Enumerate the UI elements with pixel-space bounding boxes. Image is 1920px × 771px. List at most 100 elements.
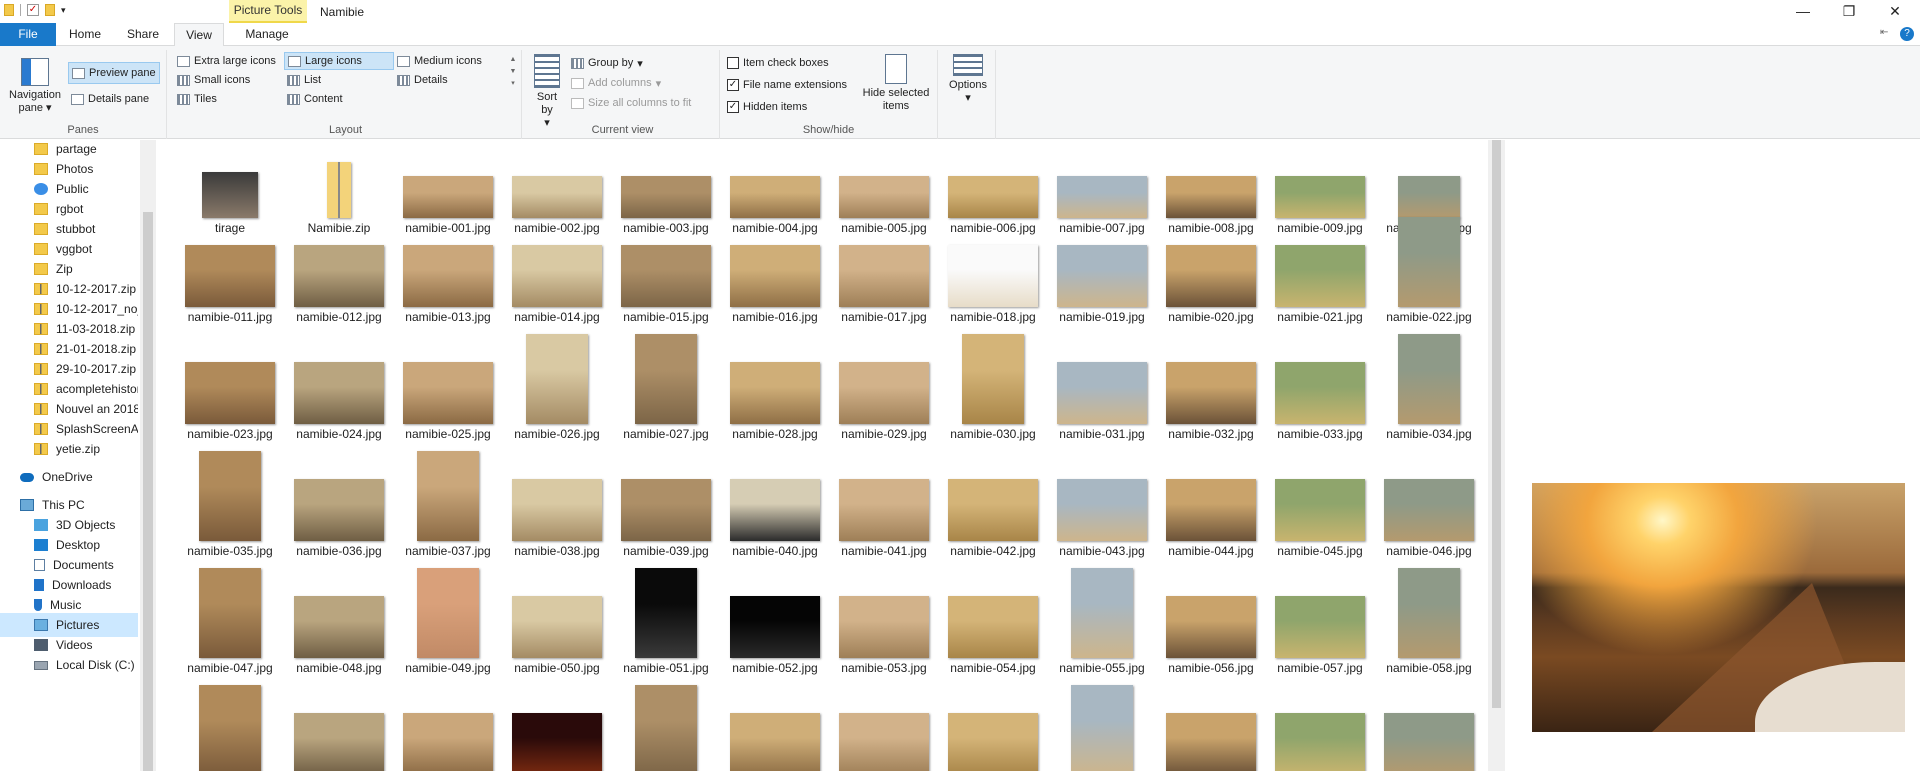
file-item[interactable]: namibie-019.jpg [1052,211,1152,328]
layout-list[interactable]: List [284,71,324,89]
customize-qat-icon[interactable]: ▾ [61,5,66,16]
details-pane-button[interactable]: Details pane [68,90,152,108]
file-item[interactable]: namibie-040.jpg [725,445,825,562]
help-icon[interactable]: ? [1900,27,1914,41]
file-item[interactable] [507,679,607,771]
folder-icon[interactable] [4,4,14,16]
file-item[interactable]: namibie-017.jpg [834,211,934,328]
tab-file[interactable]: File [0,23,56,46]
file-item[interactable]: namibie-054.jpg [943,562,1043,679]
file-item[interactable]: namibie-022.jpg [1379,211,1479,328]
file-item[interactable]: namibie-039.jpg [616,445,716,562]
properties-icon[interactable]: ✓ [27,4,39,16]
file-item[interactable] [834,679,934,771]
layout-details[interactable]: Details [394,71,451,89]
size-all-columns-button[interactable]: Size all columns to fit [568,94,694,112]
ribbon-collapse-icon[interactable]: ⇤ [1880,27,1888,38]
file-item[interactable]: namibie-026.jpg [507,328,607,445]
file-item[interactable]: namibie-015.jpg [616,211,716,328]
file-item[interactable]: namibie-018.jpg [943,211,1043,328]
file-item[interactable] [1270,679,1370,771]
hidden-items-toggle[interactable]: ✓ Hidden items [724,98,810,116]
file-item[interactable]: namibie-056.jpg [1161,562,1261,679]
layout-extra-large-icons[interactable]: Extra large icons [174,52,279,70]
file-item[interactable]: namibie-032.jpg [1161,328,1261,445]
sort-by-button[interactable]: Sort by ▾ [530,54,564,130]
new-folder-icon[interactable] [45,4,55,16]
file-item[interactable]: namibie-029.jpg [834,328,934,445]
close-button[interactable]: ✕ [1872,0,1918,23]
file-item[interactable] [398,679,498,771]
file-item[interactable]: namibie-012.jpg [289,211,389,328]
file-item[interactable] [180,679,280,771]
file-item[interactable]: namibie-042.jpg [943,445,1043,562]
minimize-button[interactable]: — [1780,0,1826,23]
layout-tiles[interactable]: Tiles [174,90,220,108]
file-list-scroll-thumb[interactable] [1492,140,1501,708]
layout-medium-icons[interactable]: Medium icons [394,52,485,70]
file-item[interactable]: namibie-038.jpg [507,445,607,562]
options-button[interactable]: Options ▾ [944,54,992,105]
file-item[interactable]: namibie-014.jpg [507,211,607,328]
layout-large-icons[interactable]: Large icons [284,52,394,70]
hide-selected-items-button[interactable]: Hide selected items [858,54,934,113]
file-item[interactable]: namibie-020.jpg [1161,211,1261,328]
file-item[interactable] [1052,679,1152,771]
tab-share[interactable]: Share [118,23,168,46]
file-item[interactable] [1161,679,1261,771]
tab-view[interactable]: View [174,23,224,47]
file-item[interactable]: namibie-013.jpg [398,211,498,328]
file-item[interactable]: namibie-043.jpg [1052,445,1152,562]
file-item[interactable]: namibie-041.jpg [834,445,934,562]
file-item[interactable]: namibie-052.jpg [725,562,825,679]
layout-small-icons[interactable]: Small icons [174,71,253,89]
file-item[interactable]: namibie-036.jpg [289,445,389,562]
file-item[interactable]: namibie-021.jpg [1270,211,1370,328]
file-item[interactable]: namibie-030.jpg [943,328,1043,445]
hidden-items-checkbox[interactable]: ✓ [727,101,739,113]
file-item[interactable]: namibie-053.jpg [834,562,934,679]
file-item[interactable]: namibie-027.jpg [616,328,716,445]
layout-gallery-scroll[interactable]: ▲ ▼ ▾ [508,54,518,114]
tab-manage[interactable]: Manage [234,23,300,46]
file-item[interactable] [1379,679,1479,771]
nav-item[interactable]: Local Disk (C:) [0,653,138,677]
item-check-boxes-checkbox[interactable] [727,57,739,69]
file-item[interactable]: namibie-037.jpg [398,445,498,562]
file-item[interactable]: namibie-025.jpg [398,328,498,445]
file-item[interactable]: namibie-045.jpg [1270,445,1370,562]
maximize-button[interactable]: ❐ [1826,0,1872,23]
file-item[interactable]: namibie-035.jpg [180,445,280,562]
file-item[interactable]: namibie-033.jpg [1270,328,1370,445]
file-name-extensions-checkbox[interactable]: ✓ [727,79,739,91]
navigation-pane-scroll-thumb[interactable] [143,212,153,771]
nav-item[interactable]: yetie.zip [0,437,138,461]
file-item[interactable]: namibie-031.jpg [1052,328,1152,445]
preview-pane-button[interactable]: Preview pane [68,62,160,84]
file-item[interactable]: namibie-057.jpg [1270,562,1370,679]
file-list-scrollbar[interactable] [1488,140,1505,771]
item-check-boxes-toggle[interactable]: Item check boxes [724,54,832,72]
file-item[interactable]: namibie-016.jpg [725,211,825,328]
file-item[interactable]: namibie-034.jpg [1379,328,1479,445]
file-item[interactable]: namibie-047.jpg [180,562,280,679]
file-item[interactable] [725,679,825,771]
navigation-pane-scrollbar[interactable] [140,140,156,771]
tab-home[interactable]: Home [62,23,108,46]
group-by-button[interactable]: Group by ▾ [568,54,646,72]
navigation-pane-button[interactable]: Navigation pane ▾ [4,58,66,115]
file-item[interactable]: namibie-051.jpg [616,562,716,679]
file-item[interactable]: namibie-011.jpg [180,211,280,328]
file-item[interactable] [943,679,1043,771]
file-item[interactable]: namibie-058.jpg [1379,562,1479,679]
file-item[interactable]: namibie-028.jpg [725,328,825,445]
picture-tools-contextual-tab[interactable]: Picture Tools [229,0,307,23]
file-item[interactable]: namibie-048.jpg [289,562,389,679]
file-item[interactable]: namibie-055.jpg [1052,562,1152,679]
nav-item[interactable]: OneDrive [0,465,138,489]
file-item[interactable]: namibie-049.jpg [398,562,498,679]
file-name-extensions-toggle[interactable]: ✓ File name extensions [724,76,850,94]
file-item[interactable]: namibie-050.jpg [507,562,607,679]
file-item[interactable] [289,679,389,771]
layout-content[interactable]: Content [284,90,346,108]
